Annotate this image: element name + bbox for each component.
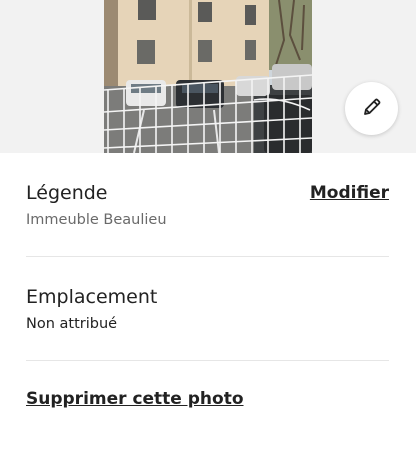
edit-photo-button[interactable] bbox=[345, 82, 398, 135]
caption-title: Légende bbox=[26, 182, 108, 204]
location-title: Emplacement bbox=[26, 286, 158, 308]
modify-caption-link[interactable]: Modifier bbox=[310, 181, 389, 205]
delete-photo-link[interactable]: Supprimer cette photo bbox=[26, 388, 244, 410]
location-value: Non attribué bbox=[26, 316, 118, 332]
divider bbox=[26, 256, 389, 257]
property-photo bbox=[104, 0, 312, 153]
location-section[interactable]: Emplacement Non attribué bbox=[26, 285, 389, 360]
divider bbox=[26, 360, 389, 361]
pencil-icon bbox=[362, 97, 382, 121]
caption-section: Légende Modifier Immeuble Beaulieu bbox=[26, 181, 389, 256]
photo-header bbox=[0, 0, 416, 153]
caption-value: Immeuble Beaulieu bbox=[26, 212, 167, 228]
